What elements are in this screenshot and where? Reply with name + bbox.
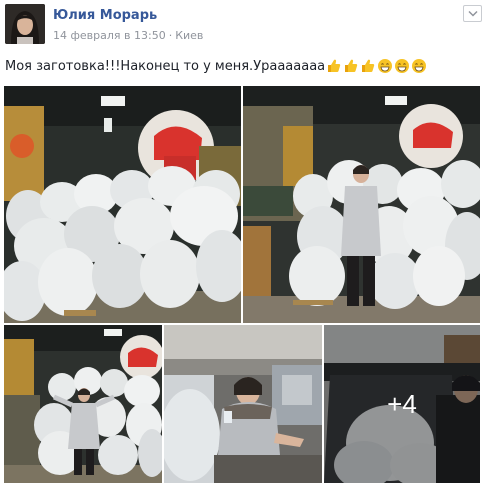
post-date-link[interactable]: 14 февраля в 13:50 — [53, 29, 166, 42]
grinning-face-icon — [412, 59, 427, 73]
photo-1[interactable] — [4, 86, 241, 323]
post-text-body: Моя заготовка!!!Наконец то у меня.Ураааа… — [5, 58, 326, 74]
post-location-link[interactable]: Киев — [175, 29, 203, 42]
thumbs-up-icon — [345, 59, 358, 72]
post-meta: 14 февраля в 13:50 · Киев — [53, 29, 203, 42]
more-photos-overlay[interactable]: +4 — [324, 325, 480, 483]
photo-4[interactable] — [164, 325, 322, 483]
photo-2[interactable] — [243, 86, 480, 323]
thumbs-up-icon — [328, 59, 341, 72]
grinning-face-icon — [378, 59, 393, 73]
meta-separator: · — [168, 29, 173, 42]
author-name-link[interactable]: Юлия Морарь — [53, 8, 157, 23]
chevron-down-icon — [468, 10, 478, 17]
photo-5-more[interactable]: +4 — [324, 325, 480, 483]
post-text: Моя заготовка!!!Наконец то у меня.Ураааа… — [5, 58, 427, 74]
facebook-post: Юлия Морарь 14 февраля в 13:50 · Киев Мо… — [0, 0, 486, 487]
photo-3[interactable] — [4, 325, 162, 483]
thumbs-up-icon — [362, 59, 375, 72]
avatar[interactable] — [5, 4, 45, 44]
post-options-button[interactable] — [463, 5, 482, 22]
grinning-face-icon — [395, 59, 410, 73]
